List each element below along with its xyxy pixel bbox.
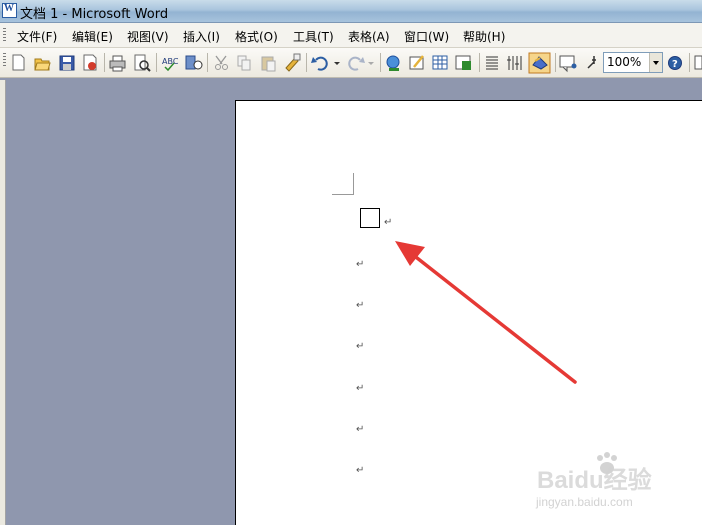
watermark-url: jingyan.baidu.com [536, 495, 633, 509]
watermark-brand: Baidu经验 [537, 467, 652, 494]
baidu-watermark: Baidu经验 jingyan.baidu.com [534, 450, 669, 520]
annotation-arrow [395, 241, 577, 384]
